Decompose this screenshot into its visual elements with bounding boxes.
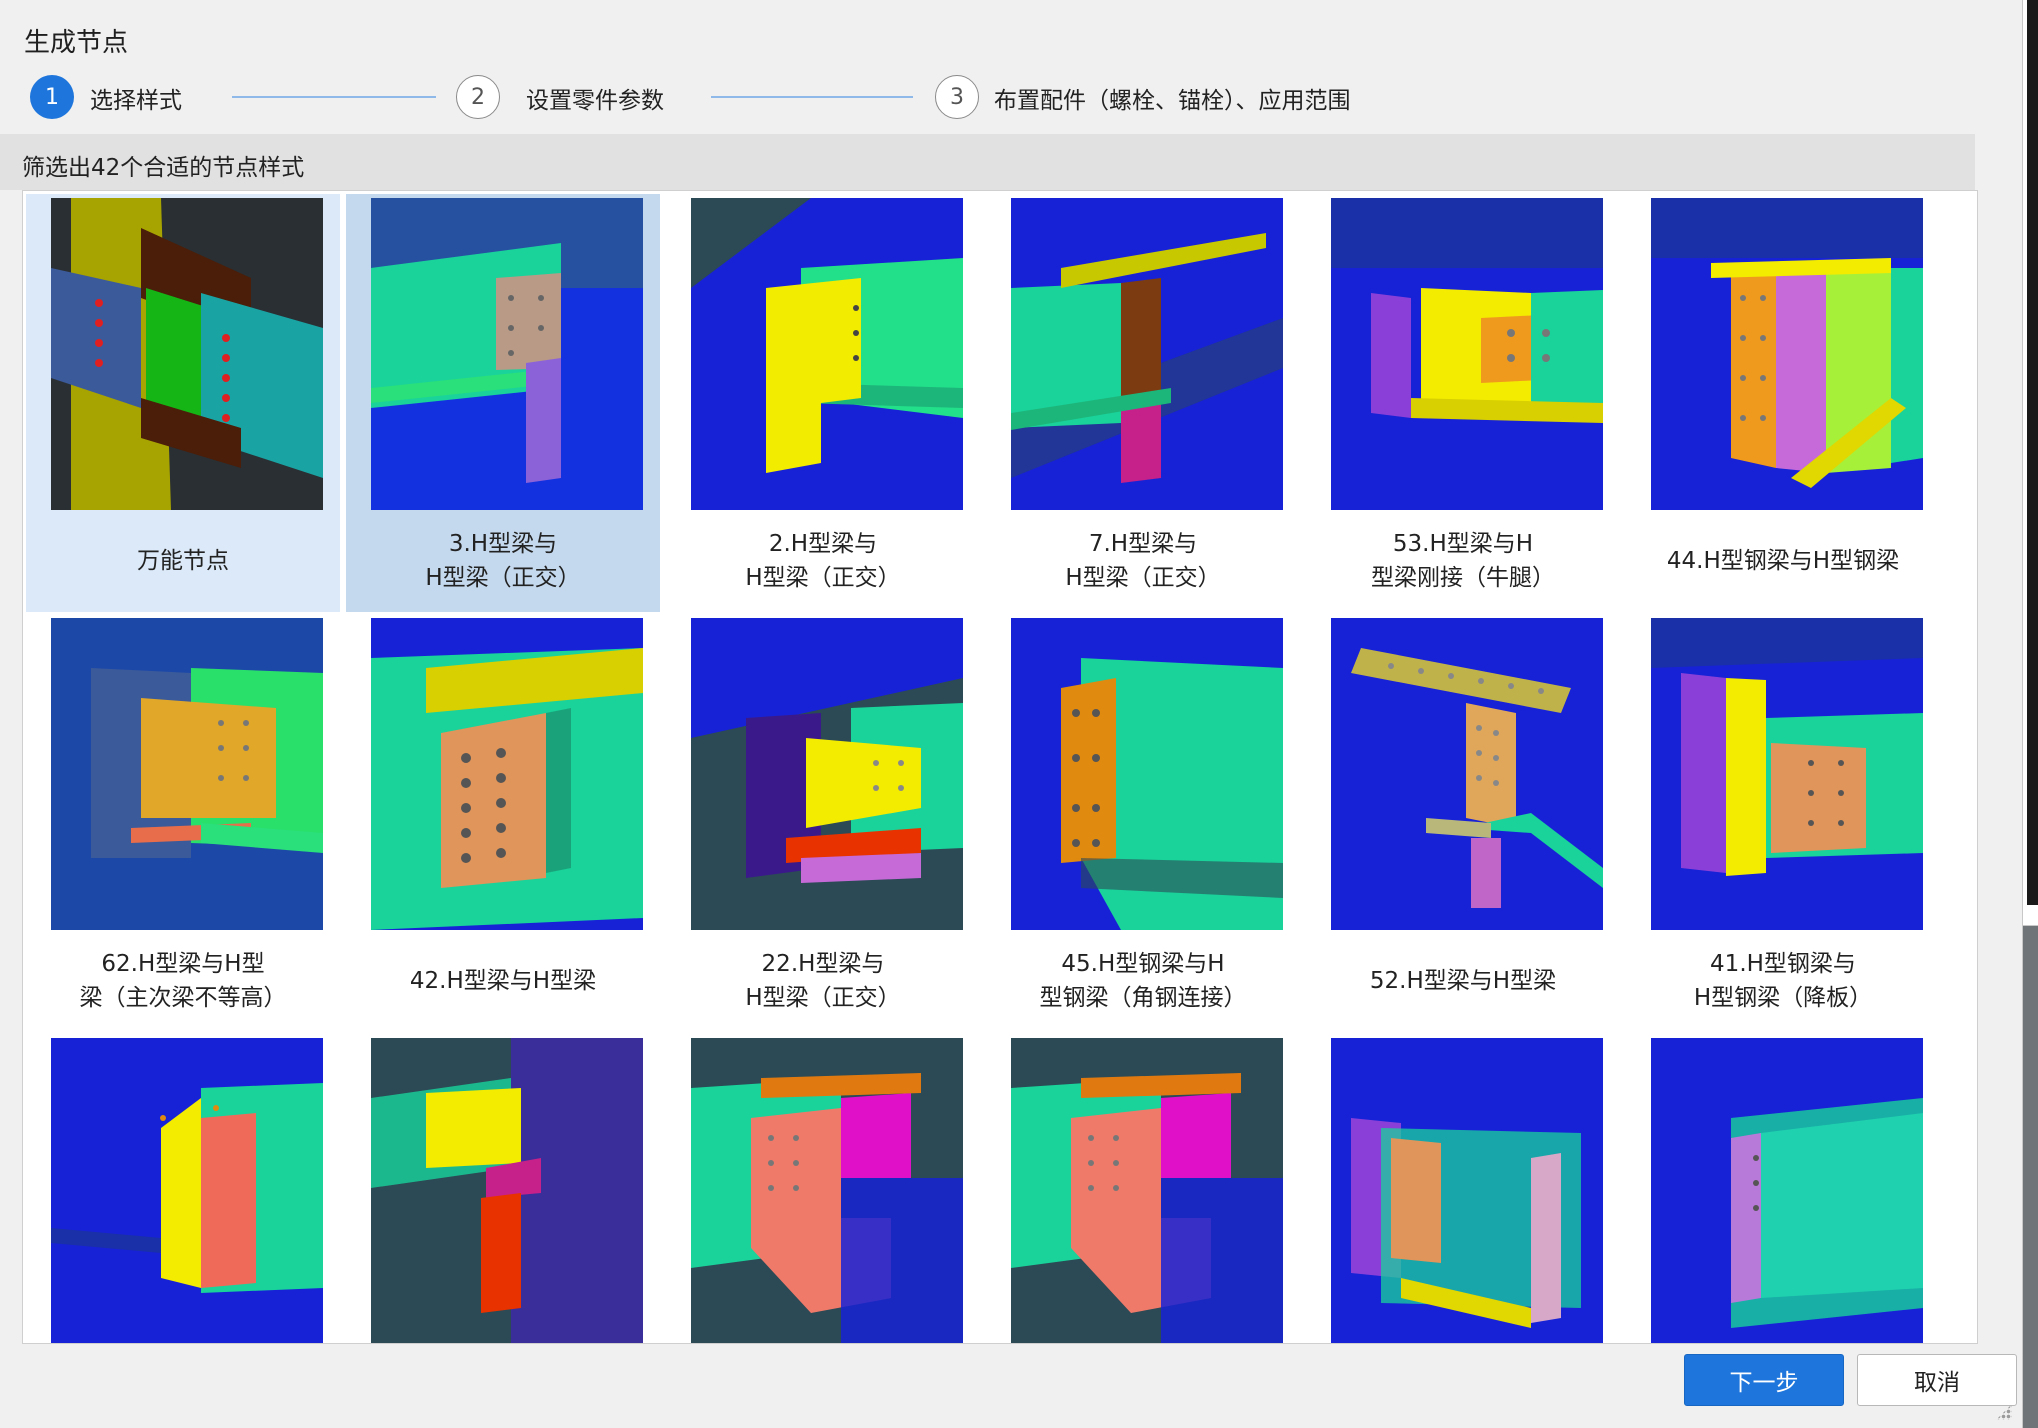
- node-tile-caption: 7.H型梁与 H型梁（正交）: [1065, 531, 1221, 591]
- node-tile-caption: 53.H型梁与H 型梁刚接（牛腿）: [1371, 531, 1555, 591]
- steel-joint-thumbnail-icon: [1651, 618, 1923, 930]
- generate-node-dialog: 生成节点 1 选择样式 2 设置零件参数 3 布置配件（螺栓、锚栓）、应用范围 …: [0, 0, 2023, 1428]
- node-tile[interactable]: 22.H型梁与 H型梁（正交）: [666, 614, 980, 1032]
- step-3-circle: 3: [935, 75, 979, 119]
- steel-joint-thumbnail-icon: [1651, 1038, 1923, 1343]
- node-tile[interactable]: 53.H型梁与H 型梁刚接（牛腿）: [1306, 194, 1620, 612]
- step-1-circle: 1: [30, 75, 74, 119]
- node-tile[interactable]: 62.H型梁与H型 梁（主次梁不等高）: [26, 614, 340, 1032]
- filter-result-text: 筛选出42个合适的节点样式: [22, 155, 305, 181]
- node-tile[interactable]: 41.H型钢梁与 H型钢梁（降板）: [1626, 614, 1940, 1032]
- steel-joint-thumbnail-icon: [1331, 198, 1603, 510]
- steel-joint-thumbnail-icon: [371, 618, 643, 930]
- steel-joint-thumbnail-icon: [1651, 198, 1923, 510]
- node-tile[interactable]: 52.H型梁与H型梁: [1306, 614, 1620, 1032]
- step-connector-2: [711, 96, 913, 98]
- node-tile[interactable]: 45.H型钢梁与H 型钢梁（角钢连接）: [986, 614, 1300, 1032]
- steel-joint-thumbnail-icon: [1011, 618, 1283, 930]
- node-tile[interactable]: [666, 1034, 980, 1343]
- node-tile[interactable]: 2.H型梁与 H型梁（正交）: [666, 194, 980, 612]
- node-tile[interactable]: 7.H型梁与 H型梁（正交）: [986, 194, 1300, 612]
- steel-joint-thumbnail-icon: [1331, 1038, 1603, 1343]
- steel-joint-thumbnail-icon: [691, 198, 963, 510]
- node-tile-caption: 41.H型钢梁与 H型钢梁（降板）: [1693, 951, 1873, 1011]
- steel-joint-thumbnail-icon: [371, 198, 643, 510]
- node-tile[interactable]: [1626, 1034, 1940, 1343]
- node-tile[interactable]: 3.H型梁与 H型梁（正交）: [346, 194, 660, 612]
- resize-grip-icon[interactable]: [1996, 1404, 2012, 1420]
- steel-joint-thumbnail-icon: [51, 618, 323, 930]
- steel-joint-thumbnail-icon: [1331, 618, 1603, 930]
- step-2-circle: 2: [456, 75, 500, 119]
- step-connector-1: [232, 96, 436, 98]
- step-2-label: 设置零件参数: [526, 88, 664, 114]
- steel-joint-thumbnail-icon: [691, 618, 963, 930]
- dialog-title: 生成节点: [24, 28, 129, 58]
- node-tile[interactable]: [986, 1034, 1300, 1343]
- steel-joint-thumbnail-icon: [691, 1038, 963, 1343]
- steel-joint-thumbnail-icon: [51, 198, 323, 510]
- node-tile-caption: 3.H型梁与 H型梁（正交）: [425, 531, 581, 591]
- node-tile[interactable]: 44.H型钢梁与H型钢梁: [1626, 194, 1940, 612]
- node-tile-caption: 62.H型梁与H型 梁（主次梁不等高）: [79, 951, 287, 1011]
- node-style-grid: 万能节点 3.H型梁与 H型梁（正交） 2.H型梁与 H型梁（正交） 7.H型梁…: [22, 190, 1978, 1344]
- next-step-button[interactable]: 下一步: [1684, 1354, 1844, 1406]
- node-tile[interactable]: [26, 1034, 340, 1343]
- node-tile[interactable]: 万能节点: [26, 194, 340, 612]
- steel-joint-thumbnail-icon: [51, 1038, 323, 1343]
- steel-joint-thumbnail-icon: [1011, 1038, 1283, 1343]
- node-tile-caption: 22.H型梁与 H型梁（正交）: [745, 951, 901, 1011]
- steel-joint-thumbnail-icon: [1011, 198, 1283, 510]
- step-3-label: 布置配件（螺栓、锚栓）、应用范围: [994, 88, 1351, 114]
- steel-joint-thumbnail-icon: [371, 1038, 643, 1343]
- node-tile[interactable]: [346, 1034, 660, 1343]
- node-tile-caption: 52.H型梁与H型梁: [1369, 968, 1557, 994]
- node-tile[interactable]: [1306, 1034, 1620, 1343]
- background-panel-edge: [2027, 0, 2038, 905]
- node-tile-caption: 45.H型钢梁与H 型钢梁（角钢连接）: [1039, 951, 1247, 1011]
- step-1-label: 选择样式: [90, 88, 182, 114]
- node-tile[interactable]: 42.H型梁与H型梁: [346, 614, 660, 1032]
- node-tile-caption: 万能节点: [137, 548, 229, 574]
- cancel-button[interactable]: 取消: [1857, 1354, 2017, 1406]
- node-tile-caption: 2.H型梁与 H型梁（正交）: [745, 531, 901, 591]
- node-tile-caption: 42.H型梁与H型梁: [409, 968, 597, 994]
- node-tile-caption: 44.H型钢梁与H型钢梁: [1666, 548, 1900, 574]
